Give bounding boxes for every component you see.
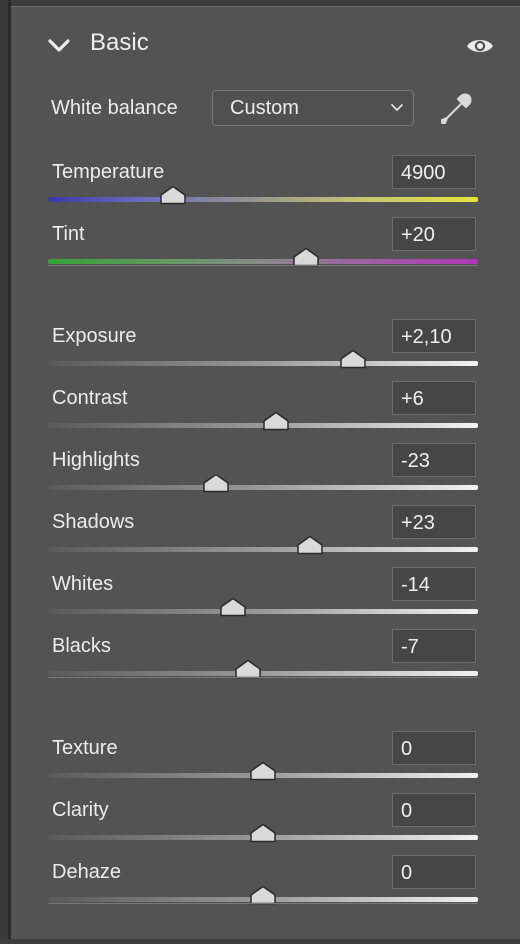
shadows-slider-track[interactable] <box>48 547 478 552</box>
clarity-value-field[interactable]: 0 <box>392 793 476 827</box>
tint-value-field[interactable]: +20 <box>392 217 476 251</box>
contrast-slider-thumb[interactable] <box>262 411 290 431</box>
exposure-slider-thumb[interactable] <box>339 349 367 369</box>
whites-slider-thumb[interactable] <box>219 597 247 617</box>
whites-value-field[interactable]: -14 <box>392 567 476 601</box>
exposure-label: Exposure <box>52 325 137 347</box>
blacks-value-field[interactable]: -7 <box>392 629 476 663</box>
clarity-slider-thumb[interactable] <box>249 823 277 843</box>
eye-icon[interactable] <box>465 35 495 57</box>
white-balance-value: Custom <box>230 97 299 119</box>
panel-header[interactable]: Basic <box>11 7 520 81</box>
contrast-value-field[interactable]: +6 <box>392 381 476 415</box>
temperature-label: Temperature <box>52 161 165 183</box>
chevron-down-icon[interactable] <box>47 37 71 55</box>
shadows-slider-thumb[interactable] <box>296 535 324 555</box>
basic-panel: Basic White balance Custom Temperature 49… <box>11 7 520 939</box>
blacks-slider-thumb[interactable] <box>234 659 262 679</box>
dehaze-value-field[interactable]: 0 <box>392 855 476 889</box>
exposure-slider-track[interactable] <box>48 361 478 366</box>
highlights-value-field[interactable]: -23 <box>392 443 476 477</box>
white-balance-label: White balance <box>51 97 178 119</box>
highlights-label: Highlights <box>52 449 140 471</box>
texture-value-field[interactable]: 0 <box>392 731 476 765</box>
panel-title: Basic <box>90 29 149 56</box>
tint-label: Tint <box>52 223 85 245</box>
whites-label: Whites <box>52 573 114 595</box>
bottom-border <box>0 939 520 944</box>
section-divider <box>48 903 478 904</box>
eyedropper-icon[interactable] <box>439 92 473 126</box>
dehaze-slider-thumb[interactable] <box>249 885 277 905</box>
section-divider <box>48 265 478 266</box>
temperature-slider-track[interactable] <box>48 197 478 202</box>
texture-label: Texture <box>52 737 118 759</box>
blacks-slider-track[interactable] <box>48 671 478 676</box>
shadows-label: Shadows <box>52 511 135 533</box>
clarity-label: Clarity <box>52 799 109 821</box>
tint-slider-track[interactable] <box>48 259 478 264</box>
shadows-value-field[interactable]: +23 <box>392 505 476 539</box>
white-balance-select[interactable]: Custom <box>212 90 414 126</box>
highlights-slider-thumb[interactable] <box>202 473 230 493</box>
temperature-slider-thumb[interactable] <box>159 185 187 205</box>
texture-slider-thumb[interactable] <box>249 761 277 781</box>
contrast-label: Contrast <box>52 387 128 409</box>
dehaze-label: Dehaze <box>52 861 121 883</box>
exposure-value-field[interactable]: +2,10 <box>392 319 476 353</box>
left-gutter <box>0 0 8 944</box>
highlights-slider-track[interactable] <box>48 485 478 490</box>
whites-slider-track[interactable] <box>48 609 478 614</box>
temperature-value-field[interactable]: 4900 <box>392 155 476 189</box>
chevron-down-icon <box>391 104 403 111</box>
section-divider <box>48 677 478 678</box>
blacks-label: Blacks <box>52 635 111 657</box>
tint-slider-thumb[interactable] <box>292 247 320 267</box>
